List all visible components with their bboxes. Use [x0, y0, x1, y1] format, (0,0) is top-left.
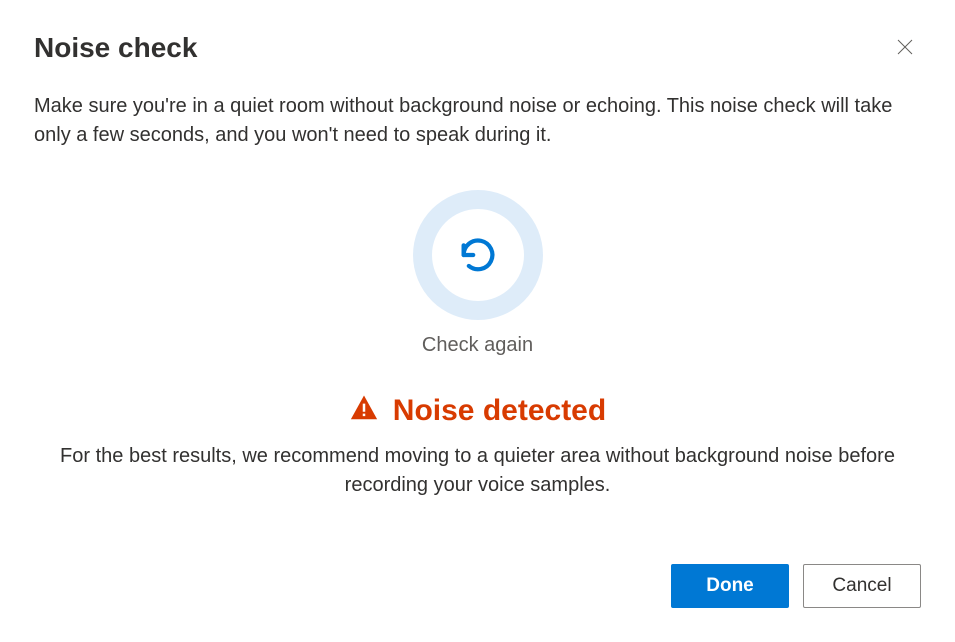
- check-again-button[interactable]: [413, 190, 543, 320]
- warning-heading: Noise detected: [349, 393, 606, 428]
- warning-body: For the best results, we recommend movin…: [34, 442, 921, 500]
- done-button[interactable]: Done: [671, 564, 789, 608]
- close-icon: [897, 39, 913, 58]
- cancel-button[interactable]: Cancel: [803, 564, 921, 608]
- close-button[interactable]: [889, 32, 921, 64]
- dialog-title: Noise check: [34, 32, 197, 64]
- refresh-icon: [432, 209, 524, 301]
- dialog-description: Make sure you're in a quiet room without…: [34, 92, 899, 150]
- warning-triangle-icon: [349, 393, 379, 428]
- check-again-label: Check again: [422, 334, 533, 357]
- dialog-footer: Done Cancel: [671, 564, 921, 608]
- warning-title: Noise detected: [393, 394, 606, 428]
